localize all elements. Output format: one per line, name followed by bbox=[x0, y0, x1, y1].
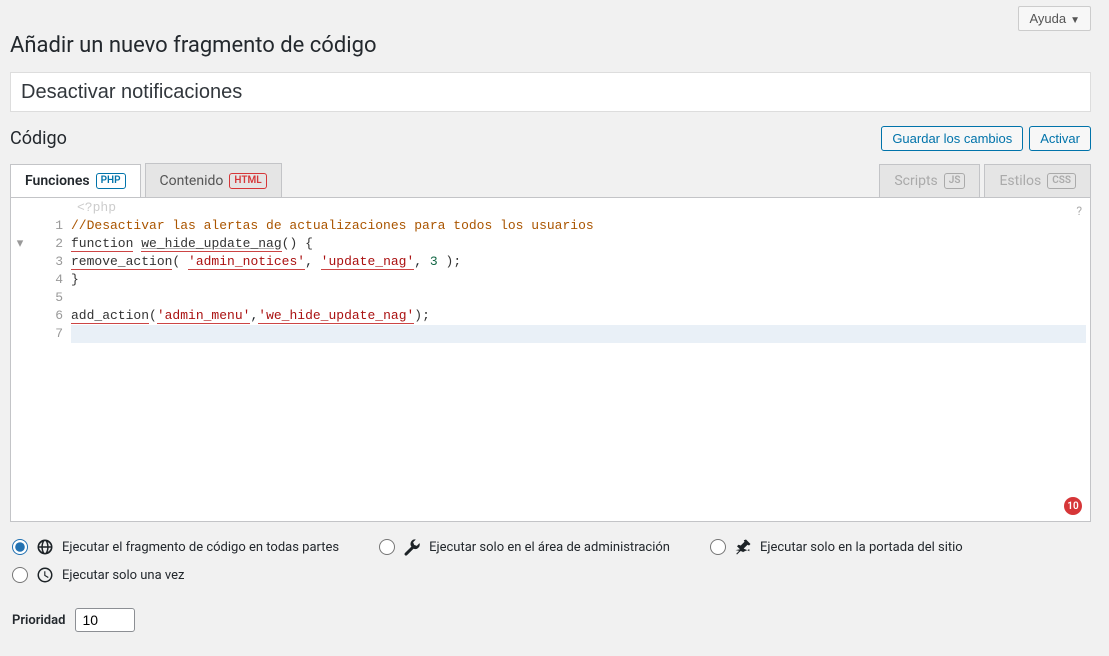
priority-input[interactable] bbox=[75, 608, 135, 632]
css-badge: CSS bbox=[1047, 173, 1076, 189]
scope-admin-label: Ejecutar solo en el área de administraci… bbox=[429, 540, 670, 555]
scope-once-radio[interactable] bbox=[12, 567, 28, 583]
code-editor[interactable]: ? <?php ▾ 1 2 3 4 5 6 7 //Desactivar las… bbox=[10, 197, 1091, 522]
help-label: Ayuda bbox=[1029, 11, 1066, 26]
scope-front-radio[interactable] bbox=[710, 539, 726, 555]
scope-once[interactable]: Ejecutar solo una vez bbox=[12, 566, 1089, 584]
html-badge: HTML bbox=[229, 173, 266, 189]
tab-scripts-label: Scripts bbox=[894, 173, 937, 189]
chevron-down-icon: ▼ bbox=[1070, 15, 1080, 26]
php-open-tag: <?php bbox=[11, 198, 1090, 217]
scope-everywhere-radio[interactable] bbox=[12, 539, 28, 555]
section-title: Código bbox=[10, 128, 67, 149]
editor-help-icon[interactable]: ? bbox=[1076, 204, 1082, 218]
code-lines[interactable]: //Desactivar las alertas de actualizacio… bbox=[71, 217, 1090, 343]
fold-icon[interactable]: ▾ bbox=[11, 235, 29, 253]
fold-gutter: ▾ bbox=[11, 217, 29, 343]
tab-functions[interactable]: Funciones PHP bbox=[10, 164, 141, 198]
js-badge: JS bbox=[944, 173, 966, 189]
error-count-badge[interactable]: 10 bbox=[1064, 497, 1082, 515]
snippet-title-input[interactable] bbox=[10, 72, 1091, 112]
save-button[interactable]: Guardar los cambios bbox=[881, 126, 1023, 151]
scope-everywhere-label: Ejecutar el fragmento de código en todas… bbox=[62, 540, 339, 555]
scope-once-label: Ejecutar solo una vez bbox=[62, 568, 184, 583]
globe-icon bbox=[36, 538, 54, 556]
tab-scripts: Scripts JS bbox=[879, 164, 980, 197]
scope-everywhere[interactable]: Ejecutar el fragmento de código en todas… bbox=[12, 538, 339, 556]
scope-options: Ejecutar el fragmento de código en todas… bbox=[10, 522, 1091, 590]
tab-content[interactable]: Contenido HTML bbox=[145, 163, 282, 197]
php-badge: PHP bbox=[96, 173, 126, 189]
tab-content-label: Contenido bbox=[160, 173, 224, 189]
scope-admin-radio[interactable] bbox=[379, 539, 395, 555]
tab-styles: Estilos CSS bbox=[984, 164, 1091, 197]
scope-front[interactable]: Ejecutar solo en la portada del sitio bbox=[710, 538, 963, 556]
tab-functions-label: Funciones bbox=[25, 173, 90, 189]
wrench-icon bbox=[403, 538, 421, 556]
activate-button[interactable]: Activar bbox=[1029, 126, 1091, 151]
scope-admin[interactable]: Ejecutar solo en el área de administraci… bbox=[379, 538, 670, 556]
clock-icon bbox=[36, 566, 54, 584]
scope-front-label: Ejecutar solo en la portada del sitio bbox=[760, 540, 963, 555]
page-title: Añadir un nuevo fragmento de código bbox=[10, 33, 1091, 58]
tab-styles-label: Estilos bbox=[999, 173, 1041, 189]
pin-icon bbox=[734, 538, 752, 556]
priority-label: Prioridad bbox=[12, 613, 65, 628]
line-number-gutter: 1 2 3 4 5 6 7 bbox=[29, 217, 71, 343]
help-button[interactable]: Ayuda ▼ bbox=[1018, 6, 1091, 31]
